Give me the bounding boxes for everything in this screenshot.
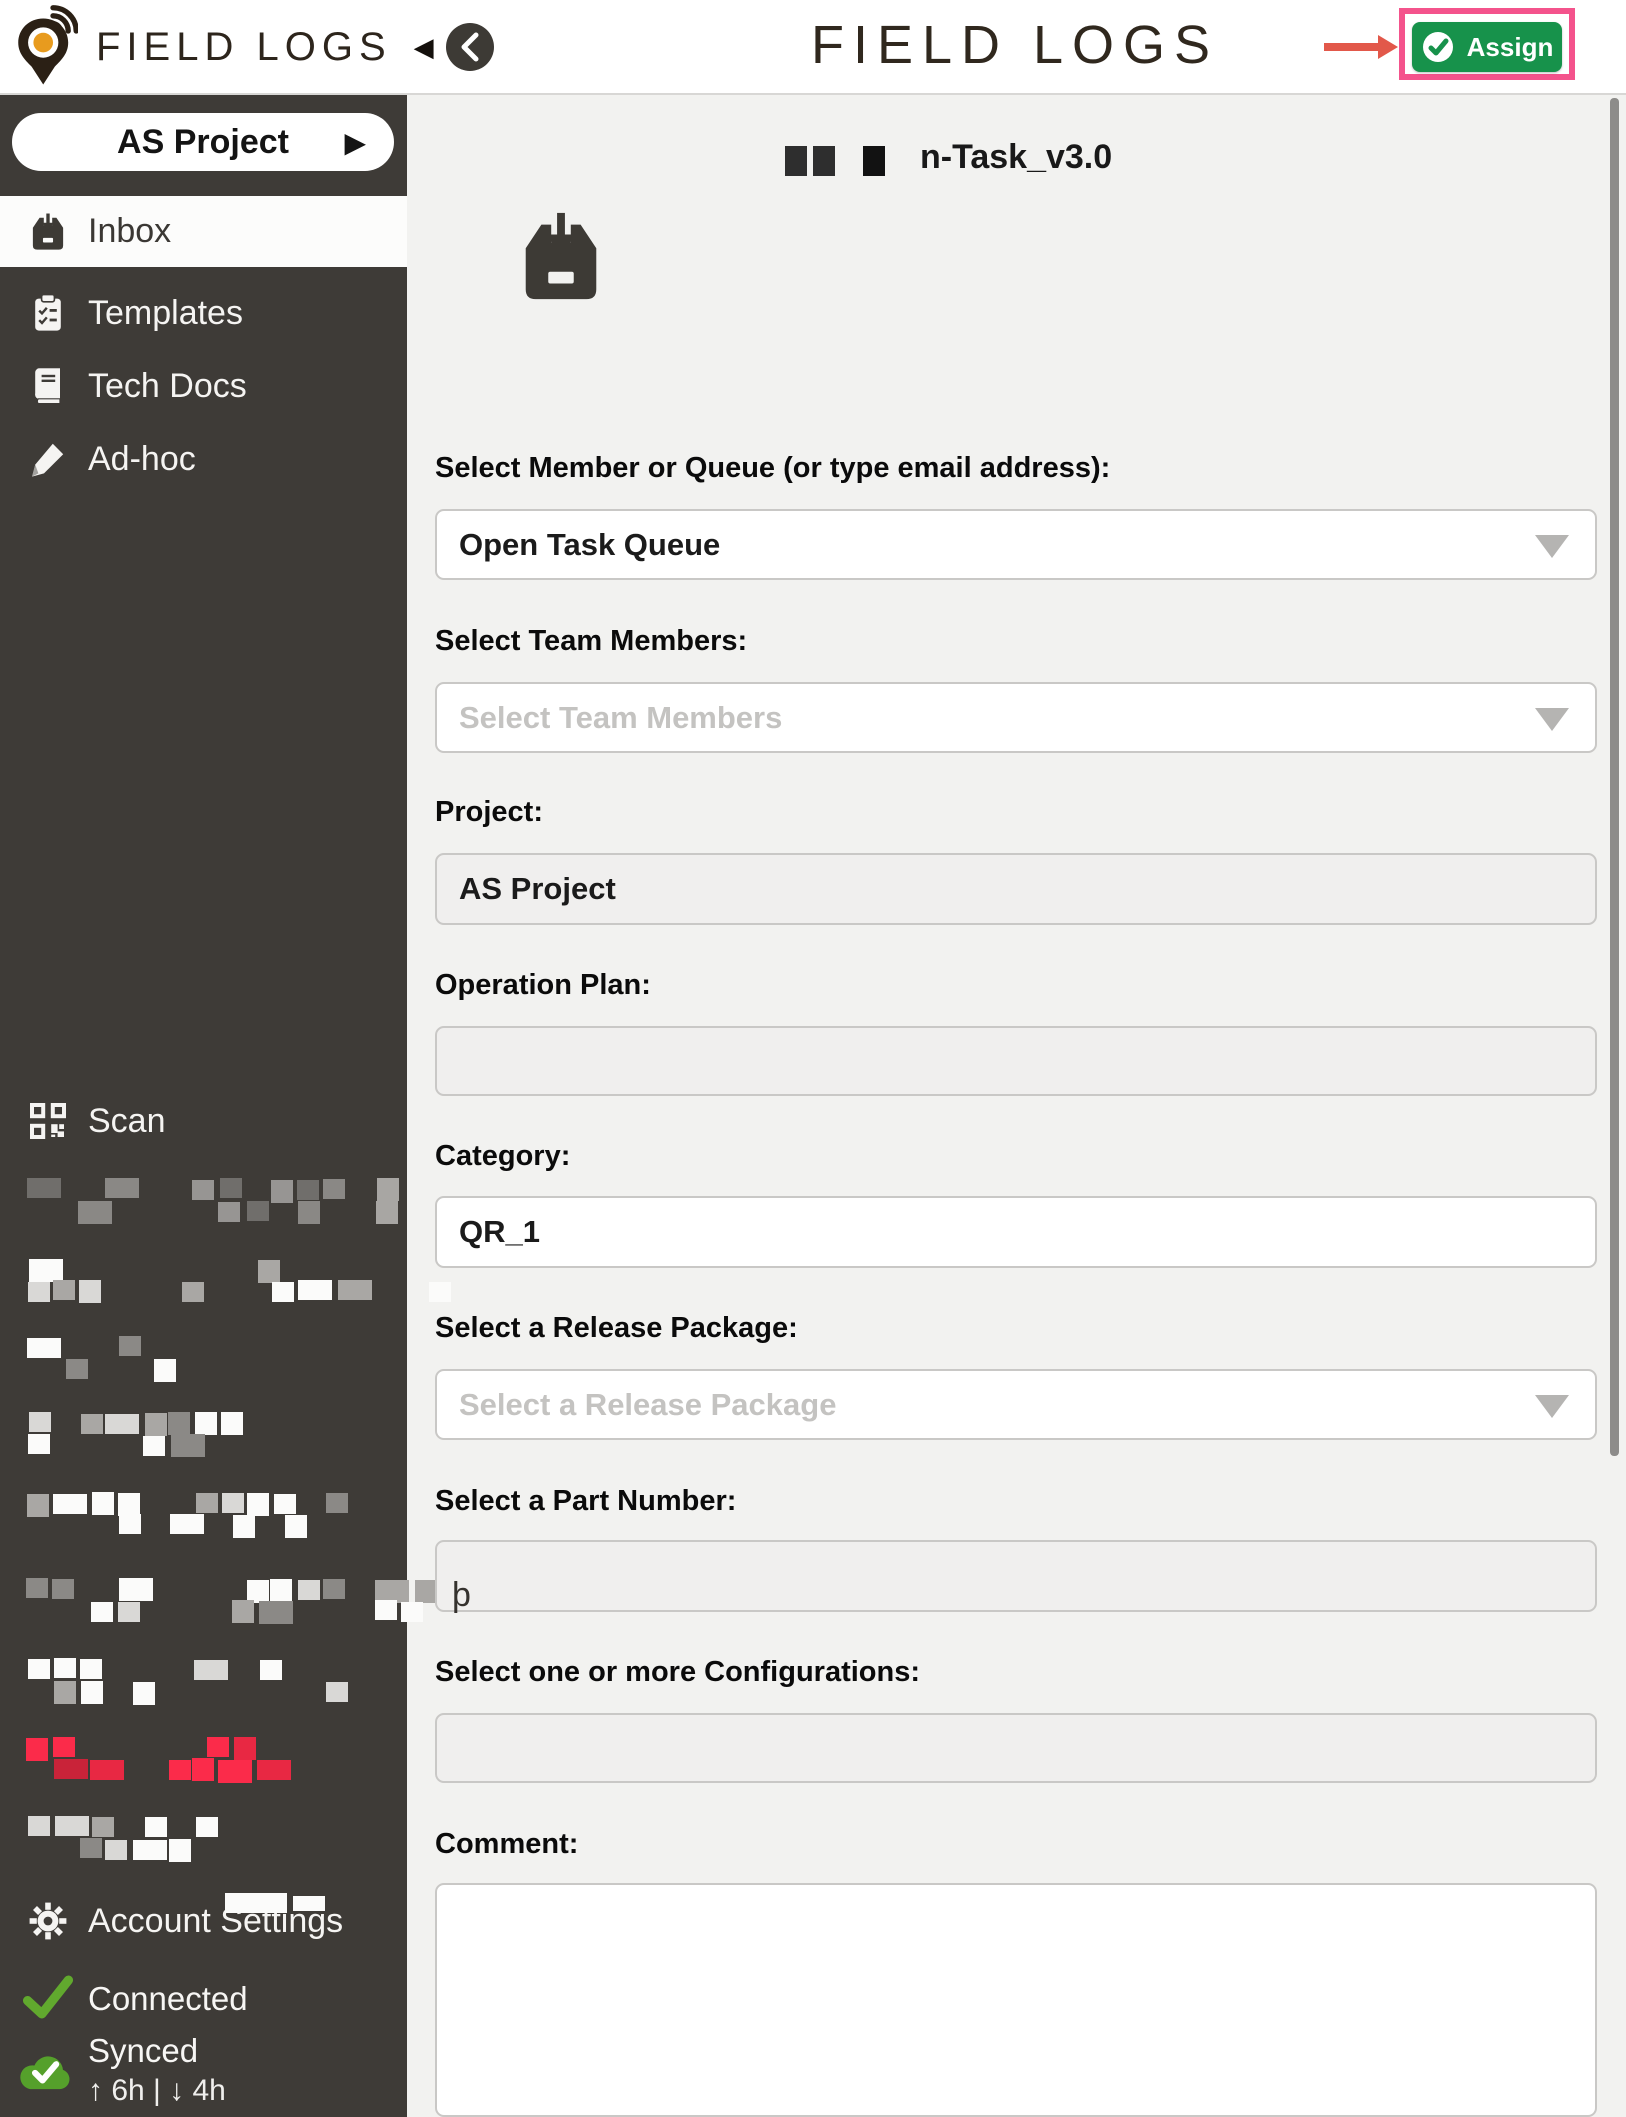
assign-button-label: Assign <box>1466 31 1554 62</box>
sync-status: Synced ↑ 6h | ↓ 4h <box>0 2030 407 2117</box>
chevron-right-icon: ▶ <box>344 126 366 158</box>
field-team_members[interactable]: Select Team Members <box>435 682 1597 753</box>
field-part_number[interactable] <box>435 1540 1597 1612</box>
chevron-down-icon <box>1535 534 1569 558</box>
sidebar-item-redacted[interactable] <box>26 1178 399 1226</box>
field-comment[interactable] <box>435 1883 1597 2117</box>
task-title: n-Task_v3.0 <box>920 138 1113 176</box>
field-category[interactable]: QR_1 <box>435 1196 1597 1268</box>
field-label-part_number: Select a Part Number: <box>435 1485 737 1517</box>
gear-icon <box>26 1899 70 1943</box>
sidebar: AS Project ▶ Inbox Templates Tech Docs A… <box>0 95 451 2117</box>
inbox-download-icon <box>525 212 597 300</box>
sidebar-item-redacted[interactable] <box>26 1492 348 1540</box>
sidebar-item-label: Tech Docs <box>88 366 247 405</box>
clipboard-icon <box>26 291 70 335</box>
assign-button[interactable]: Assign <box>1412 22 1562 72</box>
sidebar-item-redacted[interactable] <box>26 1578 449 1626</box>
sync-detail: ↑ 6h | ↓ 4h <box>88 2074 226 2107</box>
scrollbar-thumb[interactable] <box>1610 98 1619 1456</box>
check-circle-icon <box>1422 32 1453 62</box>
field-label-category: Category: <box>435 1140 571 1172</box>
inbox-icon <box>26 210 70 254</box>
sidebar-item-redacted[interactable] <box>26 1736 321 1784</box>
logo-pin-icon <box>18 5 78 85</box>
back-chevron-icon <box>461 32 479 62</box>
project-selector-pill[interactable]: AS Project ▶ <box>12 113 394 171</box>
sidebar-item-label: Inbox <box>88 212 172 250</box>
sidebar-item-ad-hoc[interactable]: Ad-hoc <box>0 428 407 490</box>
field-label-comment: Comment: <box>435 1828 579 1860</box>
field-logs-app: FIELD LOGS ◀ FIELD LOGS Assign AS Projec… <box>0 0 1626 2117</box>
sidebar-item-label: Scan <box>88 1101 166 1140</box>
field-release_package[interactable]: Select a Release Package <box>435 1369 1597 1440</box>
sidebar-item-scan[interactable]: Scan <box>0 1090 407 1152</box>
sidebar-item-redacted[interactable] <box>26 1658 348 1706</box>
sidebar-item-templates[interactable]: Templates <box>0 282 407 344</box>
sidebar-item-redacted[interactable] <box>26 1258 451 1306</box>
sidebar-item-account-settings[interactable]: Account Settings <box>0 1890 407 1952</box>
field-value-team_members: Select Team Members <box>459 699 783 735</box>
redaction-patch <box>293 1896 325 1911</box>
sidebar-item-label: Ad-hoc <box>88 439 196 478</box>
field-operation_plan[interactable] <box>435 1026 1597 1096</box>
connection-status: Connected <box>0 1968 407 2030</box>
field-value-release_package: Select a Release Package <box>459 1386 837 1422</box>
field-label-configurations: Select one or more Configurations: <box>435 1656 920 1688</box>
cloud-sync-icon <box>14 2044 76 2097</box>
field-label-member_or_queue: Select Member or Queue (or type email ad… <box>435 452 1111 484</box>
app-header: FIELD LOGS ◀ FIELD LOGS Assign <box>0 0 1626 95</box>
annotation-highlight-box: Assign <box>1399 8 1575 80</box>
field-logs-logo: FIELD LOGS ◀ <box>12 4 434 90</box>
field-configurations[interactable] <box>435 1713 1597 1783</box>
sidebar-item-label: Templates <box>88 293 243 332</box>
chevron-down-icon <box>1535 1394 1569 1418</box>
book-icon <box>26 364 70 408</box>
annotation-arrow-icon <box>1324 35 1398 59</box>
field-member_or_queue[interactable]: Open Task Queue <box>435 509 1597 580</box>
sidebar-collapse-icon[interactable]: ◀ <box>414 32 434 63</box>
field-value-category: QR_1 <box>459 1214 540 1249</box>
redacted-stray-char: þ <box>452 1576 471 1614</box>
field-label-team_members: Select Team Members: <box>435 625 748 657</box>
connection-status-label: Connected <box>88 1980 248 2017</box>
redacted-task-title-prefix <box>683 144 903 178</box>
field-label-release_package: Select a Release Package: <box>435 1312 798 1344</box>
back-button[interactable] <box>446 23 494 71</box>
pencil-icon <box>26 437 70 481</box>
redaction-patch <box>225 1893 287 1913</box>
field-project[interactable]: AS Project <box>435 853 1597 925</box>
sync-status-label: Synced <box>88 2032 199 2069</box>
field-label-project: Project: <box>435 796 543 828</box>
sidebar-item-tech-docs[interactable]: Tech Docs <box>0 355 407 417</box>
sidebar-item-redacted[interactable] <box>26 1816 218 1864</box>
field-label-operation_plan: Operation Plan: <box>435 969 651 1001</box>
chevron-down-icon <box>1535 707 1569 731</box>
field-value-project: AS Project <box>459 871 616 906</box>
sidebar-item-redacted[interactable] <box>26 1336 176 1384</box>
page-title: FIELD LOGS <box>810 15 1220 75</box>
sidebar-item-inbox[interactable]: Inbox <box>0 196 407 267</box>
sidebar-item-redacted[interactable] <box>26 1412 243 1460</box>
qr-code-icon <box>26 1099 70 1143</box>
field-value-member_or_queue: Open Task Queue <box>459 526 721 562</box>
checkmark-icon <box>22 1974 74 2025</box>
project-selector-label: AS Project <box>117 122 289 161</box>
brand-title: FIELD LOGS <box>96 24 392 69</box>
